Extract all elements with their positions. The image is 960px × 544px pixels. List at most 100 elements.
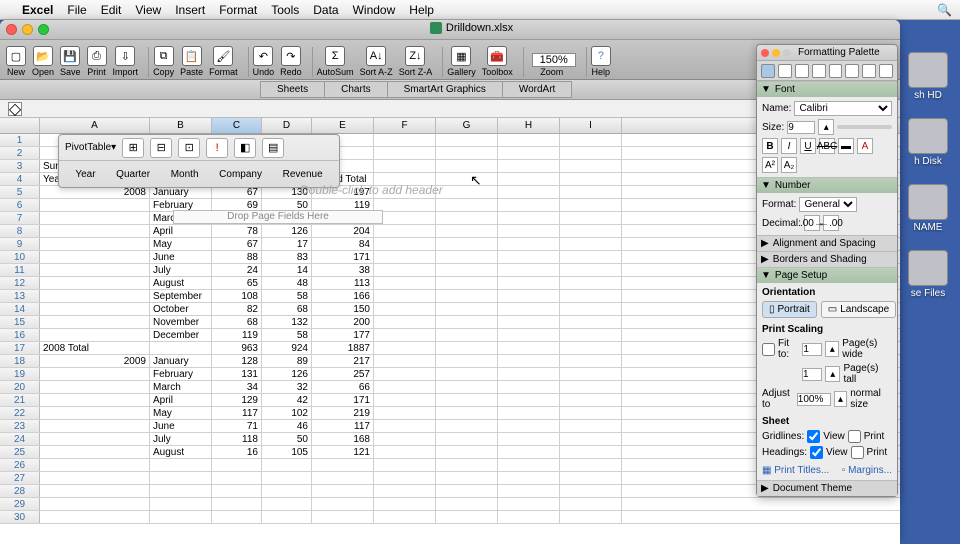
section-theme[interactable]: ▶Document Theme <box>757 481 897 496</box>
pivot-group-icon[interactable]: ⊟ <box>150 138 172 158</box>
cell[interactable] <box>436 134 498 146</box>
cell[interactable] <box>40 251 150 263</box>
cell[interactable] <box>436 316 498 328</box>
cell[interactable] <box>40 368 150 380</box>
cell[interactable] <box>560 485 622 497</box>
cell[interactable] <box>262 485 312 497</box>
row-header[interactable]: 21 <box>0 394 40 406</box>
cell[interactable] <box>374 160 436 172</box>
cell[interactable]: 67 <box>212 238 262 250</box>
cell[interactable] <box>436 485 498 497</box>
cell[interactable] <box>40 381 150 393</box>
cell[interactable] <box>560 381 622 393</box>
cell[interactable] <box>150 511 212 523</box>
cell[interactable] <box>40 446 150 458</box>
cell[interactable]: 129 <box>212 394 262 406</box>
menu-view[interactable]: View <box>135 3 161 17</box>
cell[interactable]: December <box>150 329 212 341</box>
cell[interactable] <box>560 173 622 185</box>
copy-button[interactable]: ⧉Copy <box>153 46 174 77</box>
row-header[interactable]: 10 <box>0 251 40 263</box>
cell[interactable] <box>560 433 622 445</box>
cell[interactable] <box>374 446 436 458</box>
row-header[interactable]: 20 <box>0 381 40 393</box>
cell[interactable]: 16 <box>212 446 262 458</box>
font-size-input[interactable] <box>787 121 815 134</box>
cell[interactable] <box>560 160 622 172</box>
cell[interactable]: 963 <box>212 342 262 354</box>
cell[interactable]: 58 <box>262 329 312 341</box>
cell[interactable] <box>498 238 560 250</box>
gridlines-print-checkbox[interactable] <box>848 430 861 443</box>
cell[interactable] <box>498 303 560 315</box>
cell[interactable] <box>374 433 436 445</box>
cell[interactable]: 1887 <box>312 342 374 354</box>
cell[interactable]: 65 <box>212 277 262 289</box>
fit-tall-input[interactable] <box>802 368 822 381</box>
cell[interactable] <box>560 329 622 341</box>
cell[interactable] <box>436 342 498 354</box>
cell[interactable] <box>498 173 560 185</box>
menu-insert[interactable]: Insert <box>175 3 205 17</box>
tab-wordart[interactable]: WordArt <box>502 81 573 98</box>
row-header[interactable]: 3 <box>0 160 40 172</box>
cell[interactable] <box>40 316 150 328</box>
menu-window[interactable]: Window <box>353 3 396 17</box>
row-header[interactable]: 28 <box>0 485 40 497</box>
cell[interactable] <box>498 251 560 263</box>
cell[interactable] <box>560 498 622 510</box>
cell[interactable] <box>374 147 436 159</box>
cell[interactable] <box>212 498 262 510</box>
cell[interactable] <box>436 498 498 510</box>
cell[interactable] <box>498 381 560 393</box>
row-header[interactable]: 12 <box>0 277 40 289</box>
cell[interactable]: 132 <box>262 316 312 328</box>
col-d[interactable]: D <box>262 118 312 133</box>
cell[interactable] <box>436 511 498 523</box>
tab-sheets[interactable]: Sheets <box>260 81 325 98</box>
cell[interactable] <box>560 407 622 419</box>
palette-chart-icon[interactable] <box>812 64 826 78</box>
pivot-refresh-icon[interactable]: ! <box>206 138 228 158</box>
cell[interactable] <box>40 303 150 315</box>
cell[interactable] <box>262 472 312 484</box>
cell[interactable] <box>212 459 262 471</box>
cell[interactable]: June <box>150 420 212 432</box>
section-borders[interactable]: ▶Borders and Shading <box>757 252 897 267</box>
cell[interactable] <box>436 303 498 315</box>
cell[interactable]: 117 <box>312 420 374 432</box>
cell[interactable]: 78 <box>212 225 262 237</box>
cell[interactable] <box>40 329 150 341</box>
cell[interactable]: August <box>150 446 212 458</box>
open-button[interactable]: 📂Open <box>32 46 54 77</box>
cell[interactable] <box>498 186 560 198</box>
cell[interactable] <box>498 472 560 484</box>
underline-button[interactable]: U <box>800 138 816 154</box>
section-font[interactable]: ▼Font <box>757 82 897 97</box>
col-g[interactable]: G <box>436 118 498 133</box>
cell[interactable] <box>312 472 374 484</box>
decrease-decimal-button[interactable]: ←.00 <box>823 215 839 231</box>
cell[interactable] <box>436 212 498 224</box>
cell[interactable] <box>374 199 436 211</box>
row-header[interactable]: 7 <box>0 212 40 224</box>
col-b[interactable]: B <box>150 118 212 133</box>
cell[interactable] <box>560 459 622 471</box>
cell[interactable] <box>498 446 560 458</box>
cell[interactable]: 38 <box>312 264 374 276</box>
cell[interactable] <box>374 303 436 315</box>
row-header[interactable]: 25 <box>0 446 40 458</box>
cell[interactable] <box>498 212 560 224</box>
cell[interactable] <box>312 498 374 510</box>
cell[interactable] <box>374 407 436 419</box>
cell[interactable]: 105 <box>262 446 312 458</box>
cell[interactable] <box>374 420 436 432</box>
cell[interactable]: 217 <box>312 355 374 367</box>
sortza-button[interactable]: Z↓Sort Z-A <box>399 46 433 77</box>
palette-object-icon[interactable] <box>778 64 792 78</box>
cell[interactable] <box>40 238 150 250</box>
cell[interactable]: 48 <box>262 277 312 289</box>
cell[interactable] <box>212 485 262 497</box>
subscript-button[interactable]: A₂ <box>781 157 797 173</box>
print-button[interactable]: ⎙Print <box>87 46 107 77</box>
